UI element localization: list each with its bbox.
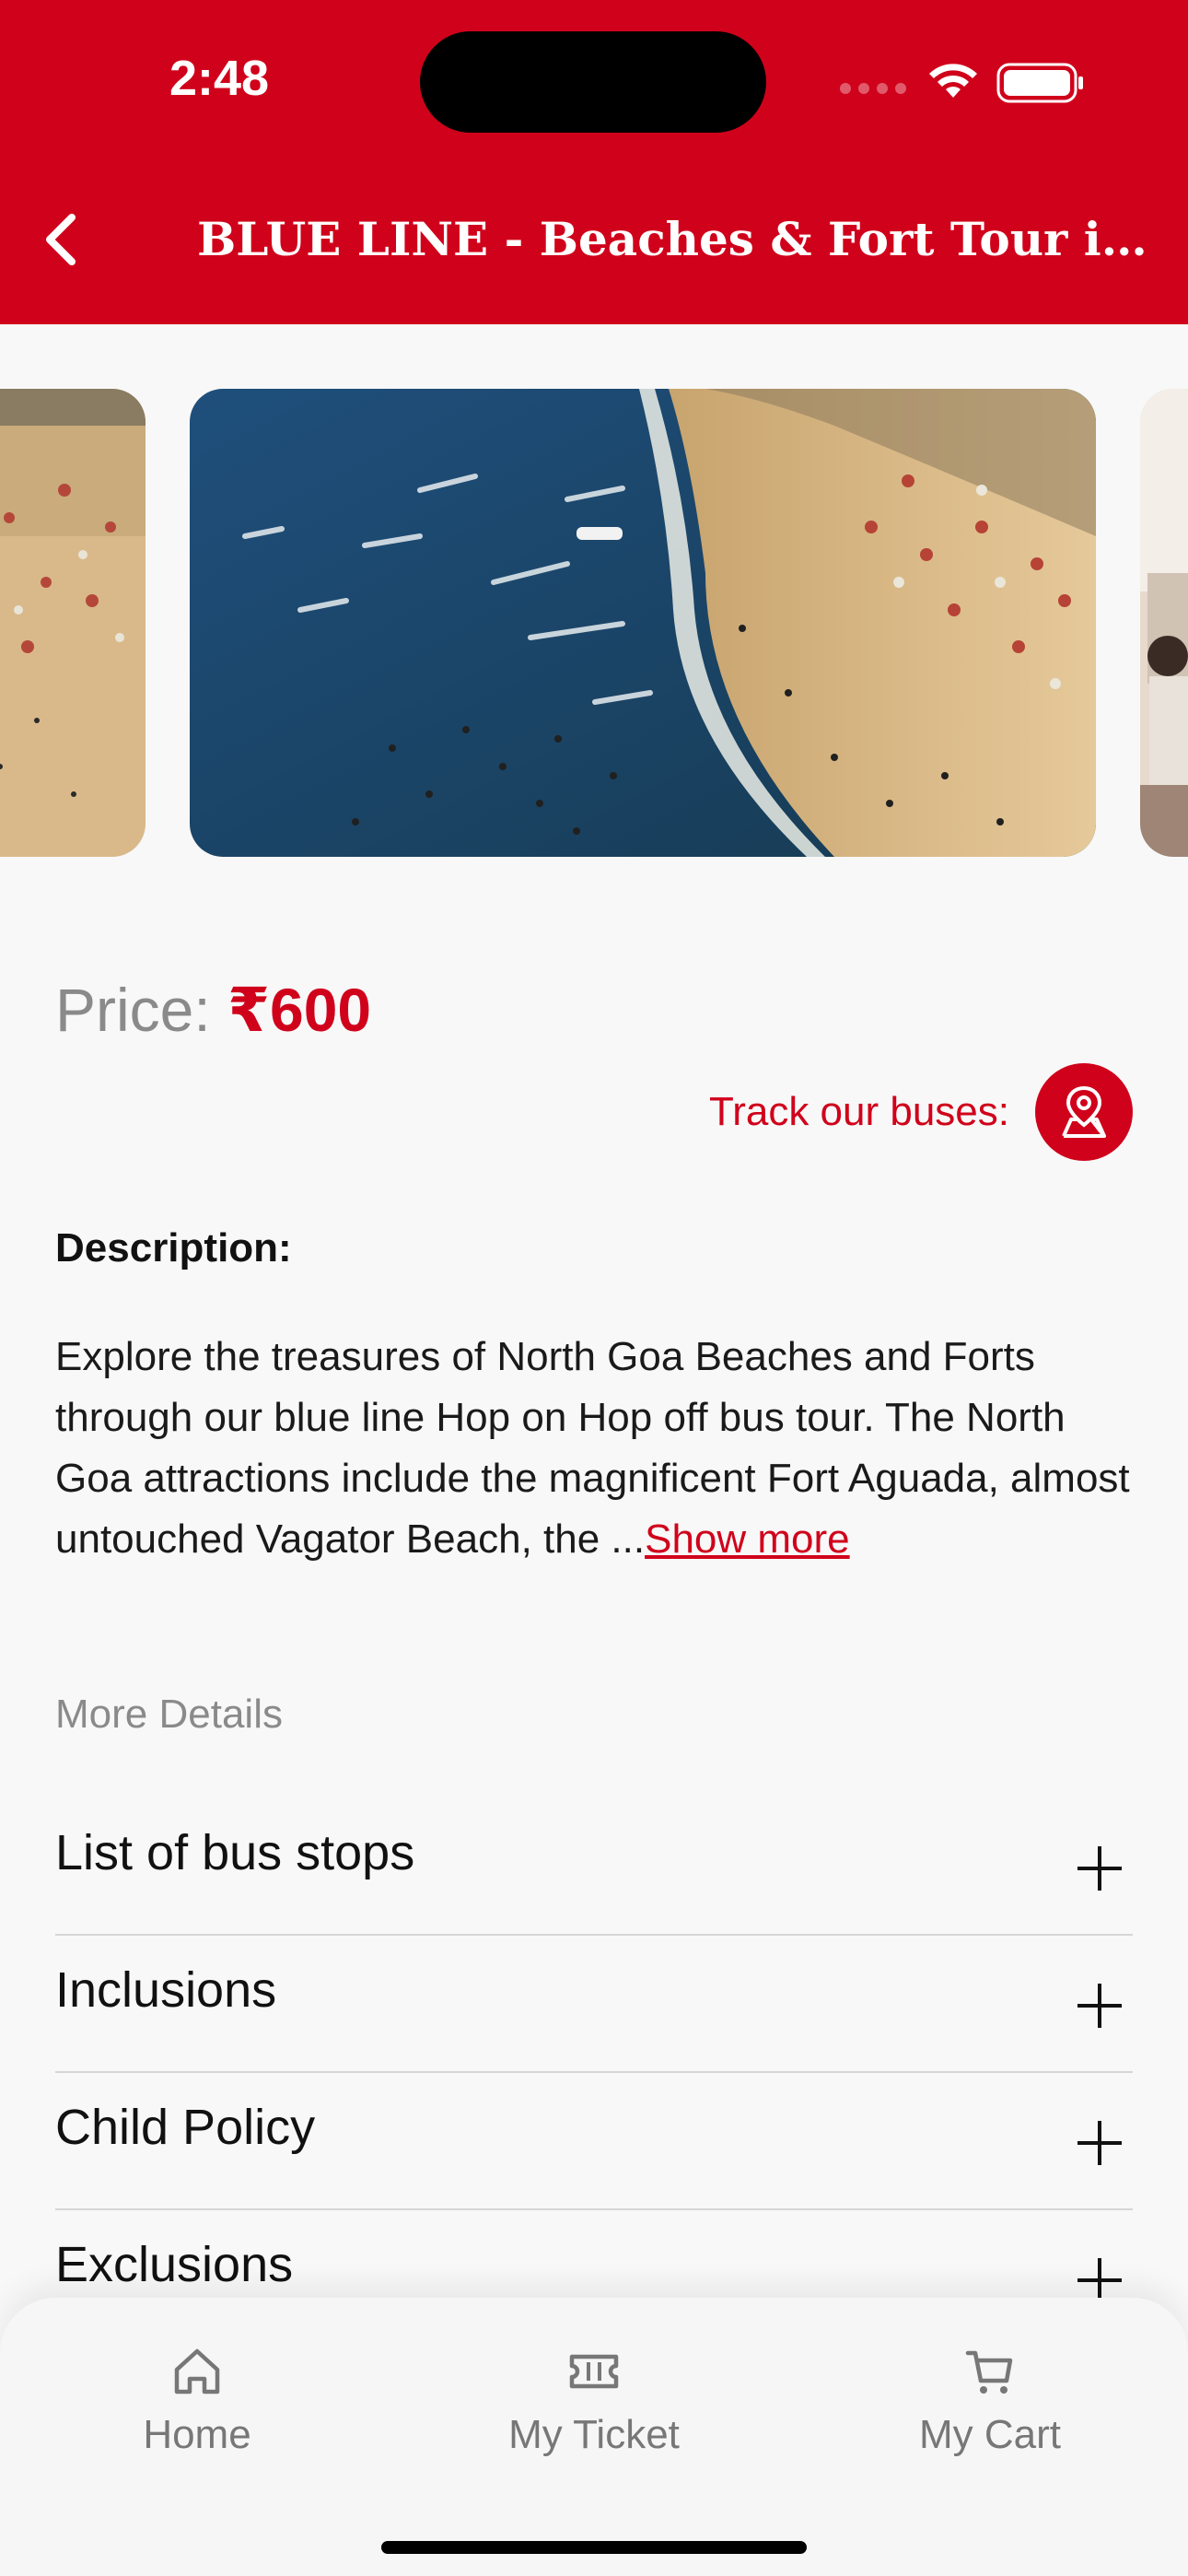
- back-button[interactable]: [33, 203, 88, 276]
- plus-icon[interactable]: [1077, 1846, 1122, 1891]
- nav-home[interactable]: Home: [59, 2342, 335, 2458]
- carousel-image-bus-interior[interactable]: [1140, 389, 1188, 857]
- accordion-label: Child Policy: [55, 2100, 316, 2155]
- map-pin-icon[interactable]: [1035, 1063, 1133, 1161]
- ticket-icon: [569, 2354, 619, 2389]
- battery-icon: [996, 63, 1083, 103]
- plus-icon[interactable]: [1077, 2121, 1122, 2165]
- price-label: Price:: [55, 976, 211, 1044]
- plus-icon[interactable]: [1077, 2258, 1122, 2302]
- details-accordion: List of bus stops Inclusions Child Polic…: [55, 1798, 1133, 2348]
- image-carousel[interactable]: [0, 389, 1188, 857]
- home-indicator: [381, 2541, 807, 2554]
- description-body: Explore the treasures of North Goa Beach…: [55, 1334, 1130, 1562]
- accordion-label: Inclusions: [55, 1962, 277, 2018]
- accordion-bus-stops[interactable]: List of bus stops: [55, 1798, 1133, 1936]
- dynamic-island: [420, 31, 766, 133]
- description-title: Description:: [55, 1225, 292, 1270]
- status-time: 2:48: [169, 51, 270, 106]
- nav-my-ticket-label: My Ticket: [508, 2412, 680, 2457]
- show-more-link[interactable]: Show more: [645, 1516, 850, 1562]
- nav-my-cart[interactable]: My Cart: [852, 2342, 1128, 2458]
- track-buses[interactable]: Track our buses:: [709, 1063, 1133, 1161]
- page-title: BLUE LINE - Beaches & Fort Tour in North…: [197, 212, 1155, 266]
- accordion-inclusions[interactable]: Inclusions: [55, 1936, 1133, 2073]
- nav-home-label: Home: [143, 2412, 251, 2457]
- nav-my-cart-label: My Cart: [919, 2412, 1061, 2457]
- accordion-child-policy[interactable]: Child Policy: [55, 2073, 1133, 2210]
- carousel-image-beach-aerial[interactable]: [190, 389, 1096, 857]
- nav-my-ticket[interactable]: My Ticket: [456, 2342, 732, 2458]
- cellular-signal-icon: [840, 83, 906, 94]
- cart-icon: [965, 2350, 1013, 2394]
- plus-icon[interactable]: [1077, 1984, 1122, 2028]
- price-value: ₹600: [227, 976, 372, 1044]
- price: Price: ₹600: [55, 975, 371, 1046]
- track-buses-label: Track our buses:: [708, 1089, 1009, 1134]
- more-details-title: More Details: [55, 1692, 283, 1737]
- status-icons: [840, 55, 1089, 107]
- accordion-label: List of bus stops: [55, 1825, 415, 1880]
- carousel-image-beach[interactable]: [0, 389, 146, 857]
- wifi-icon: [929, 64, 977, 98]
- app-header: 2:48 BLUE LINE - Beaches & Fort Tour in …: [0, 0, 1188, 324]
- bottom-navigation: Home My Ticket My Cart: [0, 2298, 1188, 2576]
- description-text: Explore the treasures of North Goa Beach…: [55, 1327, 1142, 1570]
- home-icon: [174, 2348, 220, 2395]
- accordion-label: Exclusions: [55, 2237, 294, 2292]
